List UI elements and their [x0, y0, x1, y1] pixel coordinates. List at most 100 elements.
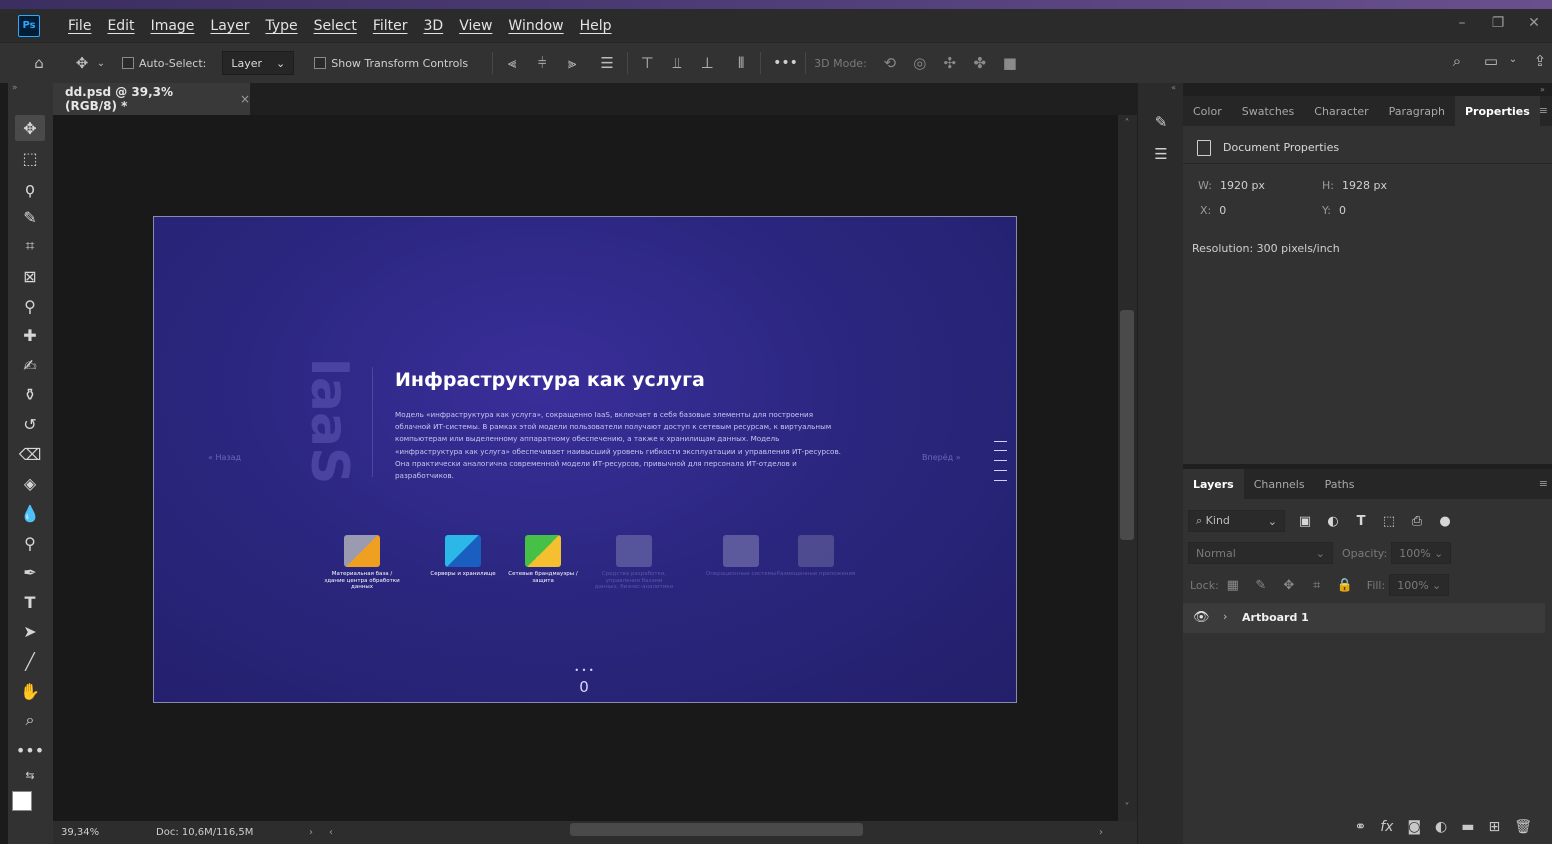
scroll-down-icon[interactable]: ˅ — [1120, 802, 1134, 813]
type-tool-icon[interactable]: T — [15, 589, 45, 615]
foreground-color-swatch[interactable] — [12, 791, 32, 811]
scroll-left-icon[interactable]: ‹ — [329, 827, 333, 838]
align-bottom-icon[interactable]: ⊥ — [692, 54, 722, 72]
panel-menu-icon[interactable]: ≡ — [1539, 104, 1548, 117]
more-options-button[interactable]: ••• — [773, 55, 799, 71]
zoom-tool-icon[interactable]: ⌕ — [15, 707, 45, 733]
share-icon[interactable]: ⇪ — [1528, 52, 1552, 70]
filter-type-icon[interactable]: T — [1347, 514, 1375, 529]
healing-brush-tool-icon[interactable]: ✚ — [15, 322, 45, 348]
align-right-icon[interactable]: ⫸ — [557, 54, 587, 72]
roll-3d-icon[interactable]: ◎ — [905, 54, 935, 72]
delete-layer-icon[interactable]: 🗑 — [1514, 819, 1532, 835]
search-icon[interactable]: ⌕ — [1444, 52, 1470, 70]
dock-collapse-icon[interactable]: « — [1138, 83, 1184, 94]
edit-toolbar-icon[interactable]: ••• — [15, 737, 45, 763]
swap-colors-icon[interactable]: ⇆ — [15, 767, 45, 783]
move-tool-icon[interactable]: ✥ — [15, 115, 45, 141]
tab-character[interactable]: Character — [1304, 96, 1378, 126]
prop-height[interactable]: H: 1928 px — [1322, 179, 1387, 192]
marquee-tool-icon[interactable]: ⬚ — [15, 145, 45, 171]
menu-3d[interactable]: 3D — [416, 18, 452, 34]
prop-x[interactable]: X: 0 — [1200, 204, 1226, 217]
align-hcenter-icon[interactable]: ⫩ — [527, 54, 557, 72]
workspace-chevron-icon[interactable]: ⌄ — [1506, 54, 1520, 65]
paint-bucket-tool-icon[interactable]: ◈ — [15, 470, 45, 496]
menu-select[interactable]: Select — [306, 18, 365, 34]
adjustments-icon[interactable]: ☰ — [1146, 141, 1176, 167]
lock-artboard-icon[interactable]: ⌗ — [1303, 578, 1331, 593]
tab-channels[interactable]: Channels — [1244, 469, 1315, 499]
prop-y[interactable]: Y: 0 — [1322, 204, 1346, 217]
lock-all-icon[interactable]: 🔒 — [1331, 578, 1359, 593]
workspace-icon[interactable]: ▭ — [1478, 52, 1504, 70]
menu-type[interactable]: Type — [257, 18, 305, 34]
pan-3d-icon[interactable]: ✣ — [935, 54, 965, 72]
quick-select-tool-icon[interactable]: ✎ — [15, 204, 45, 230]
tab-paragraph[interactable]: Paragraph — [1379, 96, 1455, 126]
frame-tool-icon[interactable]: ⊠ — [15, 263, 45, 289]
lasso-tool-icon[interactable]: ϙ — [15, 175, 45, 201]
panel-collapse-icon[interactable]: » — [8, 83, 53, 97]
close-tab-icon[interactable]: × — [240, 92, 250, 106]
menu-layer[interactable]: Layer — [202, 18, 257, 34]
tab-color[interactable]: Color — [1183, 96, 1232, 126]
auto-select-box[interactable] — [122, 57, 134, 69]
close-icon[interactable]: ✕ — [1526, 15, 1542, 31]
align-top-icon[interactable]: ⊤ — [632, 54, 662, 72]
tab-swatches[interactable]: Swatches — [1232, 96, 1305, 126]
tab-layers[interactable]: Layers — [1183, 469, 1244, 499]
dodge-tool-icon[interactable]: ⚲ — [15, 530, 45, 556]
new-adjustment-icon[interactable]: ◐ — [1435, 819, 1447, 835]
document-tab[interactable]: dd.psd @ 39,3% (RGB/8) * × — [53, 83, 250, 115]
horizontal-scroll-thumb[interactable] — [570, 823, 863, 836]
show-transform-box[interactable] — [314, 57, 327, 69]
panels-collapse-icon[interactable]: » — [1540, 85, 1545, 94]
filter-smart-object-icon[interactable]: ⎙ — [1403, 514, 1431, 529]
new-group-icon[interactable]: ▬ — [1461, 819, 1474, 835]
tab-properties[interactable]: Properties — [1454, 96, 1540, 126]
blend-mode-select[interactable]: Normal ⌄ — [1188, 542, 1333, 564]
filter-toggle-icon[interactable]: ● — [1431, 514, 1459, 529]
auto-select-dropdown[interactable]: Layer ⌄ — [222, 51, 295, 75]
clone-stamp-tool-icon[interactable]: ⚱ — [15, 381, 45, 407]
new-layer-icon[interactable]: ⊞ — [1488, 819, 1500, 835]
brush-tool-icon[interactable]: ✍ — [15, 352, 45, 378]
scale-3d-icon[interactable]: ■ — [995, 54, 1025, 72]
filter-adjustment-icon[interactable]: ◐ — [1319, 514, 1347, 529]
menu-window[interactable]: Window — [500, 18, 571, 34]
align-vcenter-icon[interactable]: ⫫ — [662, 54, 692, 72]
filter-shape-icon[interactable]: ⬚ — [1375, 514, 1403, 529]
lock-position-icon[interactable]: ✥ — [1275, 578, 1303, 593]
tool-preset-chevron-icon[interactable]: ⌄ — [94, 58, 108, 69]
crop-tool-icon[interactable]: ⌗ — [15, 233, 45, 259]
eye-visibility-icon[interactable]: 👁 — [1193, 610, 1210, 625]
menu-filter[interactable]: Filter — [365, 18, 416, 34]
eraser-tool-icon[interactable]: ⌫ — [15, 441, 45, 467]
align-left-icon[interactable]: ⫷ — [497, 54, 527, 72]
status-menu-icon[interactable]: › — [309, 827, 313, 838]
prop-width[interactable]: W: 1920 px — [1198, 179, 1265, 192]
menu-help[interactable]: Help — [572, 18, 620, 34]
blur-tool-icon[interactable]: 💧 — [15, 500, 45, 526]
fill-input[interactable]: 100% ⌄ — [1389, 574, 1450, 596]
eyedropper-tool-icon[interactable]: ⚲ — [15, 293, 45, 319]
menu-image[interactable]: Image — [143, 18, 203, 34]
auto-select-checkbox[interactable]: Auto-Select: — [122, 57, 206, 70]
orbit-3d-icon[interactable]: ⟲ — [875, 54, 905, 72]
brush-settings-icon[interactable]: ✎ — [1146, 109, 1176, 135]
lock-pixels-icon[interactable]: ✎ — [1247, 578, 1275, 593]
distribute-icon[interactable]: ☰ — [587, 54, 627, 72]
home-icon[interactable]: ⌂ — [24, 54, 54, 72]
minimize-icon[interactable]: – — [1454, 15, 1470, 31]
filter-pixel-icon[interactable]: ▣ — [1291, 514, 1319, 529]
zoom-level[interactable]: 39,34% — [61, 827, 141, 838]
hand-tool-icon[interactable]: ✋ — [15, 678, 45, 704]
slide-3d-icon[interactable]: ✤ — [965, 54, 995, 72]
scroll-right-icon[interactable]: › — [1099, 827, 1103, 838]
link-layers-icon[interactable]: ⚭ — [1354, 819, 1366, 835]
layer-kind-filter[interactable]: ⌕ Kind ⌄ — [1188, 510, 1285, 532]
lock-transparent-icon[interactable]: ▦ — [1219, 578, 1247, 593]
restore-icon[interactable]: ❐ — [1490, 15, 1506, 31]
show-transform-checkbox[interactable]: Show Transform Controls — [314, 57, 468, 70]
